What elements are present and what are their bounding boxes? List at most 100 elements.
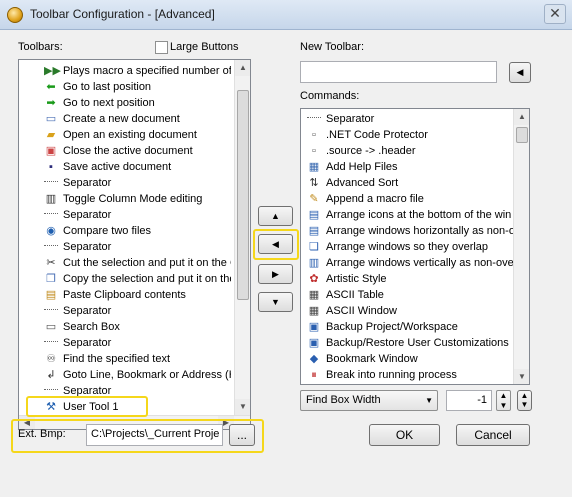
new-toolbar-input[interactable] — [300, 61, 497, 83]
list-item[interactable]: ▤ Arrange icons at the bottom of the win — [301, 207, 513, 223]
width-stepper-button[interactable]: ▲ ▼ — [517, 390, 532, 411]
list-item[interactable]: ⬅ Go to last position — [19, 79, 231, 95]
list-item[interactable]: ❏ Arrange windows so they overlap — [301, 239, 513, 255]
width-spinner[interactable]: ▲ ▼ — [496, 390, 511, 411]
list-item[interactable]: Separator — [301, 111, 513, 127]
open-folder-icon: ▰ — [46, 129, 56, 141]
list-item[interactable]: ⇅ Advanced Sort — [301, 175, 513, 191]
list-item[interactable]: Separator — [19, 207, 231, 223]
list-item[interactable]: ▤ Paste Clipboard contents — [19, 287, 231, 303]
find-box-width-value: Find Box Width — [306, 394, 381, 406]
build-mode-icon: ▪ — [307, 384, 321, 385]
list-item[interactable]: ▭ Search Box — [19, 319, 231, 335]
move-down-button[interactable]: ▼ — [258, 292, 293, 312]
source-header-icon: ▫ — [312, 145, 316, 157]
list-item-label: Close the active document — [63, 145, 193, 157]
scroll-down-arrow[interactable]: ▼ — [235, 399, 250, 415]
column-mode-icon: ▥ — [45, 193, 57, 205]
compare-icon: ◉ — [46, 225, 56, 237]
list-item[interactable]: ▫ .NET Code Protector — [301, 127, 513, 143]
list-item-label: Go to next position — [63, 97, 155, 109]
list-item-label: Append a macro file — [326, 193, 424, 205]
tile-horizontal-icon: ▤ — [308, 225, 320, 237]
separator-icon — [307, 111, 321, 118]
spin-up-icon[interactable]: ▲ — [497, 391, 510, 400]
list-item[interactable]: ▥ Arrange windows vertically as non-ove — [301, 255, 513, 271]
list-item[interactable]: Separator — [19, 303, 231, 319]
list-item[interactable]: ▰ Open an existing document — [19, 127, 231, 143]
toolbars-vscroll[interactable]: ▲ ▼ — [234, 60, 250, 415]
list-item[interactable]: ▣ Backup Project/Workspace — [301, 319, 513, 335]
large-buttons-checkbox[interactable] — [155, 41, 168, 54]
list-item[interactable]: ✎ Append a macro file — [301, 191, 513, 207]
list-item[interactable]: ▦ ASCII Window — [301, 303, 513, 319]
move-right-button[interactable]: ▶ — [258, 264, 293, 284]
cancel-button[interactable]: Cancel — [456, 424, 530, 446]
scroll-thumb[interactable] — [237, 90, 249, 300]
separator-icon — [44, 239, 58, 246]
close-button[interactable]: ✕ — [544, 4, 566, 24]
scroll-thumb[interactable] — [516, 127, 528, 143]
play-macro-icon: ▶▶ — [44, 65, 61, 77]
list-item-label: Backup/Restore User Customizations — [326, 337, 509, 349]
list-item[interactable]: ▪ Build Mode — [301, 383, 513, 385]
list-item-label: Arrange icons at the bottom of the win — [326, 209, 512, 221]
list-item[interactable]: ▶▶ Plays macro a specified number of t — [19, 63, 231, 79]
separator-icon — [44, 303, 58, 310]
list-item[interactable]: ❐ Copy the selection and put it on the — [19, 271, 231, 287]
list-item-label: Go to last position — [63, 81, 152, 93]
move-up-button[interactable]: ▲ — [258, 206, 293, 226]
list-item[interactable]: ▣ Close the active document — [19, 143, 231, 159]
list-item-label: Artistic Style — [326, 273, 387, 285]
list-item[interactable]: ✿ Artistic Style — [301, 271, 513, 287]
list-item-label: Separator — [63, 337, 112, 349]
list-item[interactable]: ▥ Toggle Column Mode editing — [19, 191, 231, 207]
user-tool-highlight — [26, 396, 148, 417]
width-value-input[interactable]: -1 — [446, 390, 492, 411]
scroll-up-arrow[interactable]: ▲ — [514, 109, 529, 125]
list-item[interactable]: Separator — [19, 335, 231, 351]
app-icon — [7, 7, 23, 23]
browse-button[interactable]: ... — [229, 424, 255, 446]
list-item[interactable]: ◉ Compare two files — [19, 223, 231, 239]
list-item[interactable]: ↲ Goto Line, Bookmark or Address (HE — [19, 367, 231, 383]
scroll-up-arrow[interactable]: ▲ — [235, 60, 250, 76]
ascii-table-icon: ▦ — [308, 289, 320, 301]
list-item[interactable]: ✂ Cut the selection and put it on the C — [19, 255, 231, 271]
list-item[interactable]: ⏸ Break into running process — [301, 367, 513, 383]
list-item[interactable]: ▦ ASCII Table — [301, 287, 513, 303]
scroll-down-arrow[interactable]: ▼ — [514, 369, 529, 384]
list-item[interactable]: ▪ Save active document — [19, 159, 231, 175]
ok-button[interactable]: OK — [369, 424, 440, 446]
list-item-label: ASCII Window — [326, 305, 397, 317]
list-item-label: Separator — [326, 113, 375, 125]
toolbars-list[interactable]: ▶▶ Plays macro a specified number of t ⬅ Go… — [18, 59, 251, 430]
move-left-highlight — [253, 229, 299, 260]
commands-vscroll[interactable]: ▲ ▼ — [513, 109, 529, 384]
cut-icon: ✂ — [46, 257, 56, 269]
list-item[interactable]: ▦ Add Help Files — [301, 159, 513, 175]
arrange-icons-icon: ▤ — [308, 209, 320, 221]
list-item[interactable]: ▤ Arrange windows horizontally as non-o — [301, 223, 513, 239]
list-item-label: Arrange windows so they overlap — [326, 241, 489, 253]
list-item-label: .source -> .header — [326, 145, 416, 157]
spin-down-icon[interactable]: ▼ — [497, 401, 510, 410]
add-toolbar-button[interactable]: ◀ — [509, 62, 531, 83]
list-item-label: Separator — [63, 209, 112, 221]
list-item[interactable]: ◆ Bookmark Window — [301, 351, 513, 367]
list-item[interactable]: Separator — [19, 239, 231, 255]
list-item[interactable]: ➡ Go to next position — [19, 95, 231, 111]
list-item-label: Search Box — [63, 321, 120, 333]
list-item[interactable]: ▣ Backup/Restore User Customizations — [301, 335, 513, 351]
new-toolbar-label: New Toolbar: — [300, 41, 364, 53]
list-item[interactable]: ♾ Find the specified text — [19, 351, 231, 367]
goto-line-icon: ↲ — [46, 369, 56, 381]
commands-list[interactable]: Separator ▫ .NET Code Protector ▫ .source ->… — [300, 108, 530, 385]
add-help-icon: ▦ — [308, 161, 320, 173]
find-box-width-select[interactable]: Find Box Width ▼ — [300, 390, 438, 411]
sort-icon: ⇅ — [309, 177, 319, 189]
list-item[interactable]: ▭ Create a new document — [19, 111, 231, 127]
list-item[interactable]: Separator — [19, 175, 231, 191]
list-item[interactable]: ▫ .source -> .header — [301, 143, 513, 159]
ext-bmp-path-input[interactable]: C:\Projects\_Current Proje — [86, 424, 223, 446]
